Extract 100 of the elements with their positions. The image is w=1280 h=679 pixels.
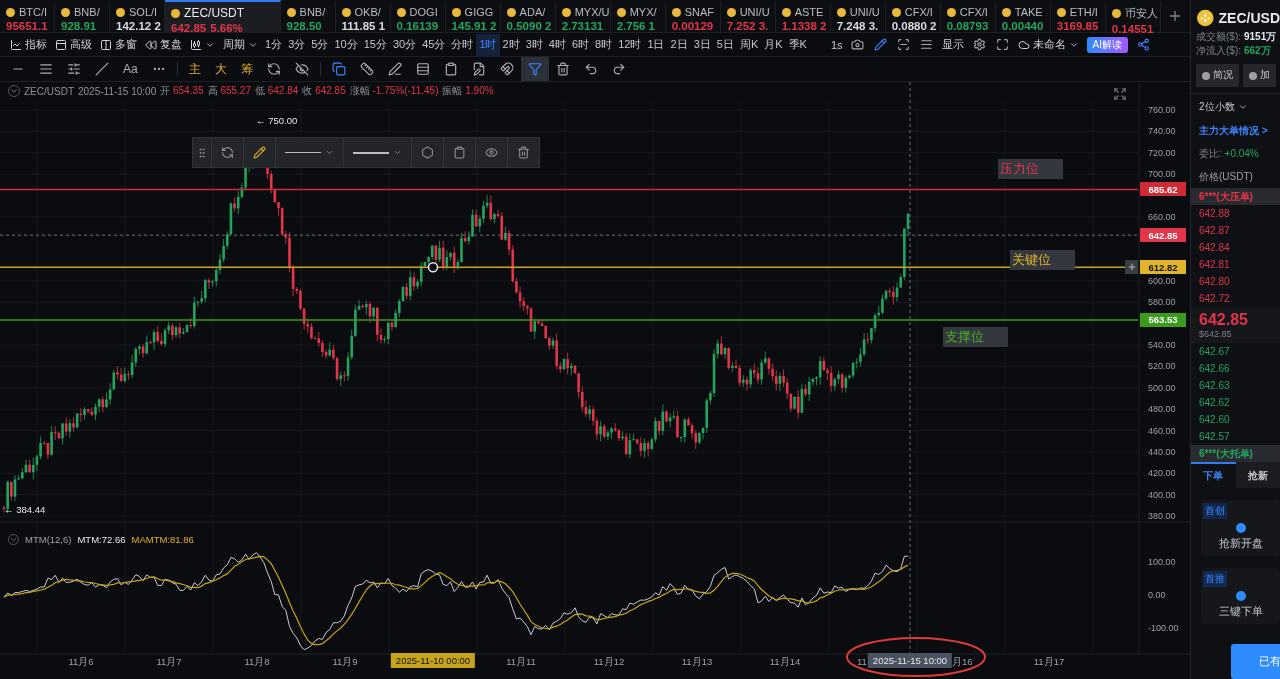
display-button[interactable]: 显示 <box>937 33 968 56</box>
interval-tab[interactable]: 月K <box>761 33 786 56</box>
ohlc-field: 开 654.35 <box>160 84 204 98</box>
level-label: 压力位 <box>998 159 1063 180</box>
info-tab-button[interactable]: 简况 <box>1196 64 1239 87</box>
interval-tab[interactable]: 季K <box>785 33 810 56</box>
interval-tab[interactable]: 8时 <box>592 33 616 56</box>
ask-price: 642.87 <box>1198 224 1231 238</box>
time-axis-label: 11月13 <box>681 656 713 669</box>
ticker-tab[interactable]: CFX/I 0.08793 <box>940 0 996 32</box>
text-tool-button[interactable]: Aa <box>116 57 145 81</box>
price-axis-label: 440.00 <box>1148 446 1176 457</box>
ticker-tab[interactable]: CFX/I 0.0880 2 <box>885 0 941 32</box>
indicator-axis-label: -100.00 <box>1148 623 1179 633</box>
ticker-tab[interactable]: MYX/ 2.756 1 <box>610 0 666 32</box>
interval-tab[interactable]: 分时 <box>448 33 477 56</box>
coin-icon <box>451 7 461 17</box>
decimals-dropdown[interactable]: 2位小数 <box>1191 94 1280 119</box>
ticker-tab[interactable]: BNB/ 928.91 <box>55 0 111 32</box>
ohlc-field: 振幅 1.90% <box>442 84 494 98</box>
ticker-tab[interactable]: OKB/ 111.85 1 <box>335 0 391 32</box>
interval-tab[interactable]: 3分 <box>285 33 309 56</box>
interval-tab[interactable]: 1时 <box>476 33 500 56</box>
interval-tab[interactable]: 周K <box>736 33 762 56</box>
ticker-tab[interactable]: SNAF 0.00129 <box>665 0 721 32</box>
ticker-tab[interactable]: UNI/U 7.248 3. <box>830 0 886 32</box>
draw-tool-button[interactable]: 主 <box>181 57 208 81</box>
toolbar-menu-button[interactable]: 多窗 <box>96 33 141 56</box>
level-line[interactable] <box>0 188 1139 191</box>
toolbar-menu-button[interactable]: 高级 <box>51 33 96 56</box>
interval-tab[interactable]: 1日 <box>644 33 668 56</box>
caret-icon <box>393 148 402 157</box>
coin-icon <box>1111 9 1121 18</box>
ticker-tab[interactable]: ETH/I 3169.85 <box>1050 0 1106 32</box>
toolbar-menu-button[interactable]: 周期 <box>219 33 262 56</box>
ask-price: 642.81 <box>1198 258 1231 272</box>
ticker-tab[interactable]: TAKE 0.00440 <box>995 0 1051 32</box>
feature-card[interactable]: 首推 三键下单 <box>1201 568 1280 625</box>
interval-tab[interactable]: 3日 <box>690 33 714 56</box>
toolbar-menu-button[interactable]: 指标 <box>6 33 51 56</box>
chart-symbol: ZEC/USDT <box>24 85 74 97</box>
card-title: 三键下单 <box>1218 605 1263 620</box>
time-axis-label: 11月9 <box>332 656 358 669</box>
price-axis-label: 500.00 <box>1148 382 1176 393</box>
interval-tab[interactable]: 3时 <box>522 33 546 56</box>
ticker-tab[interactable]: GIGG 145.91 2 <box>445 0 501 32</box>
interval-tab[interactable]: 1分 <box>262 33 286 56</box>
chart-time: 2025-11-15 10:00 <box>78 85 157 97</box>
stat-row-text: 成交额($): 9151万 <box>1195 30 1278 44</box>
ohlc-field: 涨幅 -1.75%(-11.45) <box>349 84 439 98</box>
price-axis-label: 480.00 <box>1148 404 1176 415</box>
price-column-header: 价格(USDT) <box>1198 170 1254 184</box>
price-axis-label: 380.00 <box>1148 511 1176 521</box>
info-tab-button[interactable]: 加 <box>1243 64 1276 87</box>
coin-icon <box>616 7 626 17</box>
ticker-tab[interactable]: DOGI 0.16139 <box>390 0 446 32</box>
price-axis-label: 660.00 <box>1148 211 1176 222</box>
add-alert-button[interactable] <box>1125 260 1138 275</box>
ohlc-field: 收 642.85 <box>302 84 346 98</box>
time-axis-label: 11月11 <box>506 656 536 669</box>
toolbar-menu-button[interactable]: 复盘 <box>141 33 186 56</box>
interval-tab[interactable]: 15分 <box>360 33 390 56</box>
order-tab[interactable]: 抢新 <box>1235 462 1280 488</box>
interval-tab[interactable]: 30分 <box>389 33 420 56</box>
indicator-name: MTM(12,6) <box>25 534 72 545</box>
ohlc-field: 低 642.84 <box>254 84 299 98</box>
coin-icon <box>891 7 901 17</box>
coin-icon <box>726 7 736 17</box>
current-price-tag: 642.85 <box>1140 228 1186 243</box>
mamtm-value: MAMTM:81.86 <box>131 534 194 545</box>
speed-button[interactable]: 1s <box>827 33 846 56</box>
ticker-tab[interactable]: 币安人 0.14551 <box>1105 0 1161 32</box>
ticker-tab[interactable]: UNI/U 7.252 3. <box>720 0 776 32</box>
interval-tab[interactable]: 45分 <box>419 33 449 56</box>
interval-tab[interactable]: 6时 <box>568 33 592 56</box>
interval-tab[interactable]: 5分 <box>308 33 332 56</box>
ticker-tab[interactable]: ADA/ 0.5090 2 <box>500 0 556 32</box>
ai-button[interactable]: AI解读 <box>1086 36 1128 53</box>
draw-tool-button[interactable]: 筹 <box>233 57 260 81</box>
ohlc-field: 高 655.27 <box>207 84 251 98</box>
interval-tab[interactable]: 5日 <box>713 33 737 56</box>
line-handle[interactable] <box>427 262 439 273</box>
draw-tool-button[interactable]: 大 <box>207 57 234 81</box>
ticker-tab[interactable]: ZEC/USDT 642.85 5.66% <box>165 0 281 32</box>
ticker-tab[interactable]: BTC/I 95651.1 <box>0 0 55 32</box>
price-axis-label: 600.00 <box>1148 275 1176 286</box>
mtm-value: MTM:72.66 <box>77 534 126 545</box>
expand-icon[interactable] <box>1113 87 1127 101</box>
interval-tab[interactable]: 12时 <box>615 33 645 56</box>
interval-tab[interactable]: 2日 <box>667 33 691 56</box>
ticker-tab[interactable]: ASTE 1.1338 2 <box>775 0 831 32</box>
filter-icon[interactable] <box>520 57 549 81</box>
ticker-tab[interactable]: BNB/ 928.50 <box>280 0 336 32</box>
interval-tab[interactable]: 2时 <box>499 33 523 56</box>
big-orders-link[interactable]: 主力大单情况 > <box>1191 119 1280 142</box>
layout-name-button[interactable]: 未命名 <box>1013 33 1083 56</box>
ticker-tab[interactable]: MYX/U 2.73131 <box>555 0 611 32</box>
interval-tab[interactable]: 10分 <box>331 33 361 56</box>
feature-card[interactable]: 首创 抢新开盘 <box>1201 500 1280 557</box>
interval-tab[interactable]: 4时 <box>545 33 569 56</box>
